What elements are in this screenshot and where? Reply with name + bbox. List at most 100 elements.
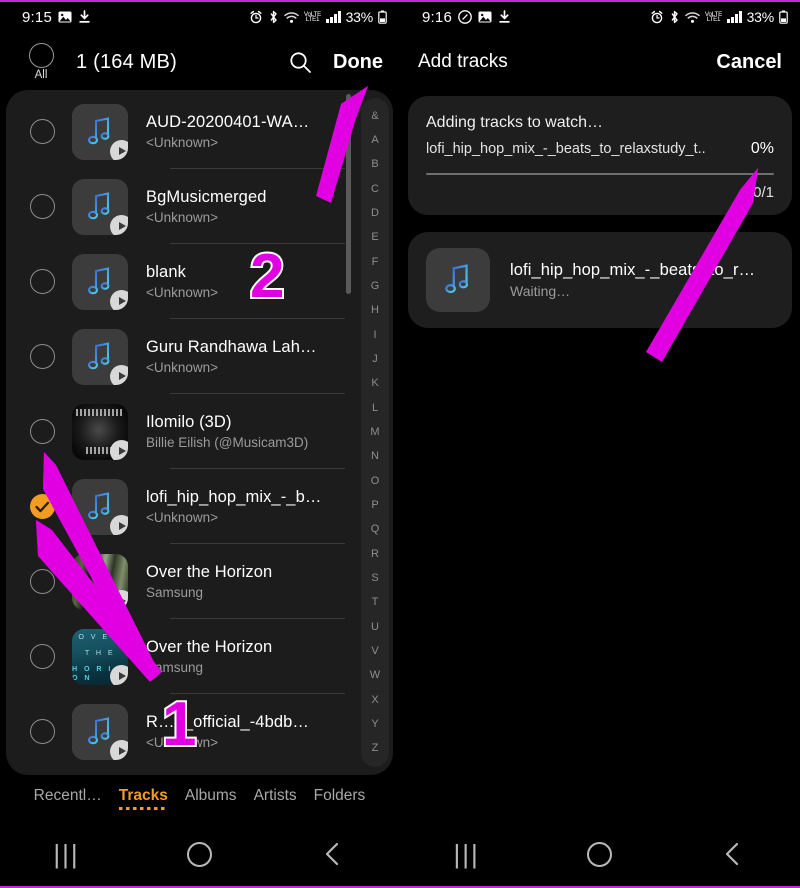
back-icon[interactable] xyxy=(298,841,368,867)
table-row[interactable]: BgMusicmerged <Unknown> xyxy=(6,169,393,244)
track-artist: <Unknown> xyxy=(146,210,219,225)
alpha-index-item[interactable]: R xyxy=(371,548,379,560)
alpha-index-item[interactable]: G xyxy=(371,280,380,292)
table-row[interactable]: AUD-20200401-WA… <Unknown> xyxy=(6,94,393,169)
track-artist: Samsung xyxy=(146,585,204,600)
row-checkbox[interactable] xyxy=(20,569,64,594)
back-icon[interactable] xyxy=(698,841,768,867)
alpha-index-item[interactable]: J xyxy=(372,353,378,365)
track-title: AUD-20200401-WA… xyxy=(146,113,310,131)
tab-folders[interactable]: Folders xyxy=(314,787,366,809)
row-checkbox[interactable] xyxy=(20,269,64,294)
alpha-index-item[interactable]: T xyxy=(372,597,379,608)
alpha-index-item[interactable]: D xyxy=(371,207,379,219)
battery-percent: 33% xyxy=(746,9,775,25)
home-icon[interactable] xyxy=(565,841,635,867)
row-checkbox[interactable] xyxy=(20,419,64,444)
status-time: 9:15 xyxy=(22,8,52,26)
alpha-index-item[interactable]: P xyxy=(371,499,378,511)
done-button[interactable]: Done xyxy=(333,51,383,74)
progress-percent: 0% xyxy=(750,140,774,157)
table-row[interactable]: R…g_official_-4bdb… <Unknown> xyxy=(6,694,393,769)
track-title: Over the Horizon xyxy=(146,563,273,581)
alpha-index-item[interactable]: V xyxy=(371,645,378,657)
table-row[interactable]: lofi_hip_hop_mix_-_b… <Unknown> xyxy=(6,469,393,544)
alpha-index-item[interactable]: Y xyxy=(371,718,378,730)
alpha-index-item[interactable]: I xyxy=(373,329,376,341)
home-icon[interactable] xyxy=(165,841,235,867)
alpha-index-item[interactable]: A xyxy=(371,134,378,146)
alpha-index-item[interactable]: O xyxy=(371,475,380,487)
track-title: Guru Randhawa Lah… xyxy=(146,338,317,356)
status-time: 9:16 xyxy=(422,8,452,26)
alpha-index-item[interactable]: & xyxy=(371,110,378,122)
wifi-icon xyxy=(685,11,700,24)
progress-bar xyxy=(426,173,774,175)
wifi-icon xyxy=(284,11,299,24)
cancel-button[interactable]: Cancel xyxy=(716,51,782,74)
album-art xyxy=(72,403,128,460)
alpha-index-item[interactable]: H xyxy=(371,305,379,316)
table-row[interactable]: blank <Unknown> xyxy=(6,244,393,319)
select-all-checkbox[interactable]: All xyxy=(18,43,64,81)
tab-recently-added[interactable]: Recentl… xyxy=(34,787,102,809)
album-art xyxy=(72,253,128,310)
table-row[interactable]: Over the Horizon Samsung xyxy=(6,544,393,619)
tab-albums[interactable]: Albums xyxy=(185,787,237,809)
alpha-index-item[interactable]: U xyxy=(371,621,379,633)
table-row[interactable]: Ilomilo (3D) Billie Eilish (@Musicam3D) xyxy=(6,394,393,469)
alpha-index-item[interactable]: W xyxy=(370,670,380,681)
row-checkbox[interactable] xyxy=(20,644,64,669)
table-row[interactable]: O V E R T H E H O R I Z O N Over the Hor… xyxy=(6,619,393,694)
selection-count: 1 (164 MB) xyxy=(76,50,177,73)
selection-header: All 1 (164 MB) Done xyxy=(0,34,399,90)
track-artist: <Unknown> xyxy=(146,285,219,300)
play-badge-icon xyxy=(110,214,128,235)
alpha-index-item[interactable]: M xyxy=(370,426,379,438)
row-checkbox[interactable] xyxy=(20,194,64,219)
alpha-index-item[interactable]: X xyxy=(371,694,378,706)
alpha-index-item[interactable]: K xyxy=(371,378,378,389)
alpha-index-item[interactable]: N xyxy=(371,451,379,462)
alpha-index-item[interactable]: C xyxy=(371,183,379,195)
alpha-index-item[interactable]: E xyxy=(371,232,378,243)
recents-icon[interactable]: ||| xyxy=(32,839,102,870)
queued-track-card[interactable]: lofi_hip_hop_mix_-_beats_to_r… Waiting… xyxy=(408,232,792,328)
row-checkbox[interactable] xyxy=(20,119,64,144)
right-phone-screen: 9:16 VoLTE LTE1 33% Add tracks Cancel Ad… xyxy=(400,0,800,888)
recents-icon[interactable]: ||| xyxy=(432,839,502,870)
queued-track-title: lofi_hip_hop_mix_-_beats_to_r… xyxy=(510,261,756,279)
play-badge-icon xyxy=(110,739,128,760)
album-art-line-1: O V E R xyxy=(78,631,122,641)
signal-icon xyxy=(727,11,742,23)
alpha-index-item[interactable]: Q xyxy=(371,524,380,535)
alphabet-index-scrubber[interactable]: & A B C D E F G H I J K L M N O P Q R S xyxy=(361,98,389,767)
category-tabs[interactable]: Recentl… Tracks Albums Artists Folders xyxy=(0,775,399,820)
alpha-index-item[interactable]: B xyxy=(371,159,378,170)
row-checkbox-selected[interactable] xyxy=(20,494,64,519)
row-checkbox[interactable] xyxy=(20,344,64,369)
list-scrollbar[interactable] xyxy=(346,94,351,294)
album-art xyxy=(72,553,128,610)
alpha-index-item[interactable]: F xyxy=(372,256,379,268)
play-badge-icon xyxy=(110,664,128,685)
page-title: Add tracks xyxy=(418,51,508,72)
album-art xyxy=(72,178,128,235)
track-list-container: AUD-20200401-WA… <Unknown> BgMusicmerged… xyxy=(6,90,393,775)
alpha-index-item[interactable]: S xyxy=(371,572,378,584)
track-artist: <Unknown> xyxy=(146,360,219,375)
play-badge-icon xyxy=(110,514,128,535)
search-button[interactable] xyxy=(281,50,319,75)
tab-tracks[interactable]: Tracks xyxy=(118,787,169,810)
row-checkbox[interactable] xyxy=(20,719,64,744)
system-navigation-bar: ||| xyxy=(0,820,399,888)
track-list[interactable]: AUD-20200401-WA… <Unknown> BgMusicmerged… xyxy=(6,90,393,775)
progress-count: 0/1 xyxy=(753,184,774,201)
alpha-index-item[interactable]: Z xyxy=(372,743,379,754)
alpha-index-item[interactable]: L xyxy=(372,402,378,414)
track-artist: Billie Eilish (@Musicam3D) xyxy=(146,435,309,450)
album-art xyxy=(72,328,128,385)
status-bar-left: 9:15 VoLTE LTE1 33% xyxy=(0,0,399,34)
tab-artists[interactable]: Artists xyxy=(254,787,297,809)
table-row[interactable]: Guru Randhawa Lah… <Unknown> xyxy=(6,319,393,394)
